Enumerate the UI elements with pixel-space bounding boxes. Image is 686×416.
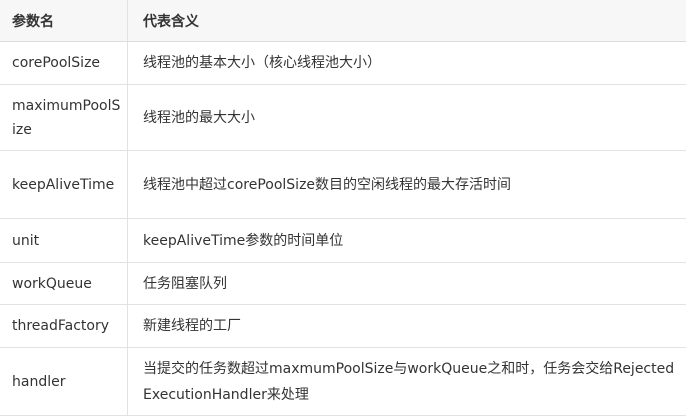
param-description: 新建线程的工厂 xyxy=(143,318,241,334)
table-row: maximumPoolSize 线程池的最大大小 xyxy=(0,85,686,151)
param-description: 线程池的最大大小 xyxy=(143,109,255,126)
param-name-cell: maximumPoolSize xyxy=(0,85,128,150)
header-cell-param-name: 参数名 xyxy=(0,0,128,41)
param-description: 线程池的基本大小（核心线程池大小） xyxy=(143,55,381,71)
param-name-cell: handler xyxy=(0,348,128,415)
param-description: 线程池中超过corePoolSize数目的空闲线程的最大存活时间 xyxy=(143,176,512,193)
table-row: corePoolSize 线程池的基本大小（核心线程池大小） xyxy=(0,42,686,85)
table-row: workQueue 任务阻塞队列 xyxy=(0,263,686,305)
header-cell-meaning: 代表含义 xyxy=(128,0,686,41)
param-name-cell: corePoolSize xyxy=(0,42,128,84)
param-name: unit xyxy=(12,232,40,249)
param-name-cell: keepAliveTime xyxy=(0,151,128,218)
param-desc-cell: 新建线程的工厂 xyxy=(128,305,686,347)
header-meaning-label: 代表含义 xyxy=(143,13,199,30)
param-description: 任务阻塞队列 xyxy=(143,275,227,292)
param-desc-cell: 线程池中超过corePoolSize数目的空闲线程的最大存活时间 xyxy=(128,151,686,218)
param-name-cell: threadFactory xyxy=(0,305,128,347)
param-name: threadFactory xyxy=(12,318,110,334)
parameter-table: 参数名 代表含义 corePoolSize 线程池的基本大小（核心线程池大小） … xyxy=(0,0,686,416)
param-name: maximumPoolSize xyxy=(12,97,121,138)
param-name: keepAliveTime xyxy=(12,176,115,193)
param-desc-cell: 任务阻塞队列 xyxy=(128,263,686,304)
param-desc-cell: 线程池的最大大小 xyxy=(128,85,686,150)
param-description: 当提交的任务数超过maxmumPoolSize与workQueue之和时，任务会… xyxy=(143,360,675,403)
param-name: handler xyxy=(12,373,66,390)
param-name-cell: unit xyxy=(0,219,128,262)
table-row: keepAliveTime 线程池中超过corePoolSize数目的空闲线程的… xyxy=(0,151,686,219)
param-description: keepAliveTime参数的时间单位 xyxy=(143,232,344,249)
table-header-row: 参数名 代表含义 xyxy=(0,0,686,42)
param-desc-cell: keepAliveTime参数的时间单位 xyxy=(128,219,686,262)
param-name-cell: workQueue xyxy=(0,263,128,304)
param-name: corePoolSize xyxy=(12,55,101,71)
param-desc-cell: 当提交的任务数超过maxmumPoolSize与workQueue之和时，任务会… xyxy=(128,348,686,415)
header-param-name-label: 参数名 xyxy=(12,13,54,30)
table-row: threadFactory 新建线程的工厂 xyxy=(0,305,686,348)
table-row: handler 当提交的任务数超过maxmumPoolSize与workQueu… xyxy=(0,348,686,416)
table-row: unit keepAliveTime参数的时间单位 xyxy=(0,219,686,263)
param-name: workQueue xyxy=(12,275,92,292)
param-desc-cell: 线程池的基本大小（核心线程池大小） xyxy=(128,42,686,84)
